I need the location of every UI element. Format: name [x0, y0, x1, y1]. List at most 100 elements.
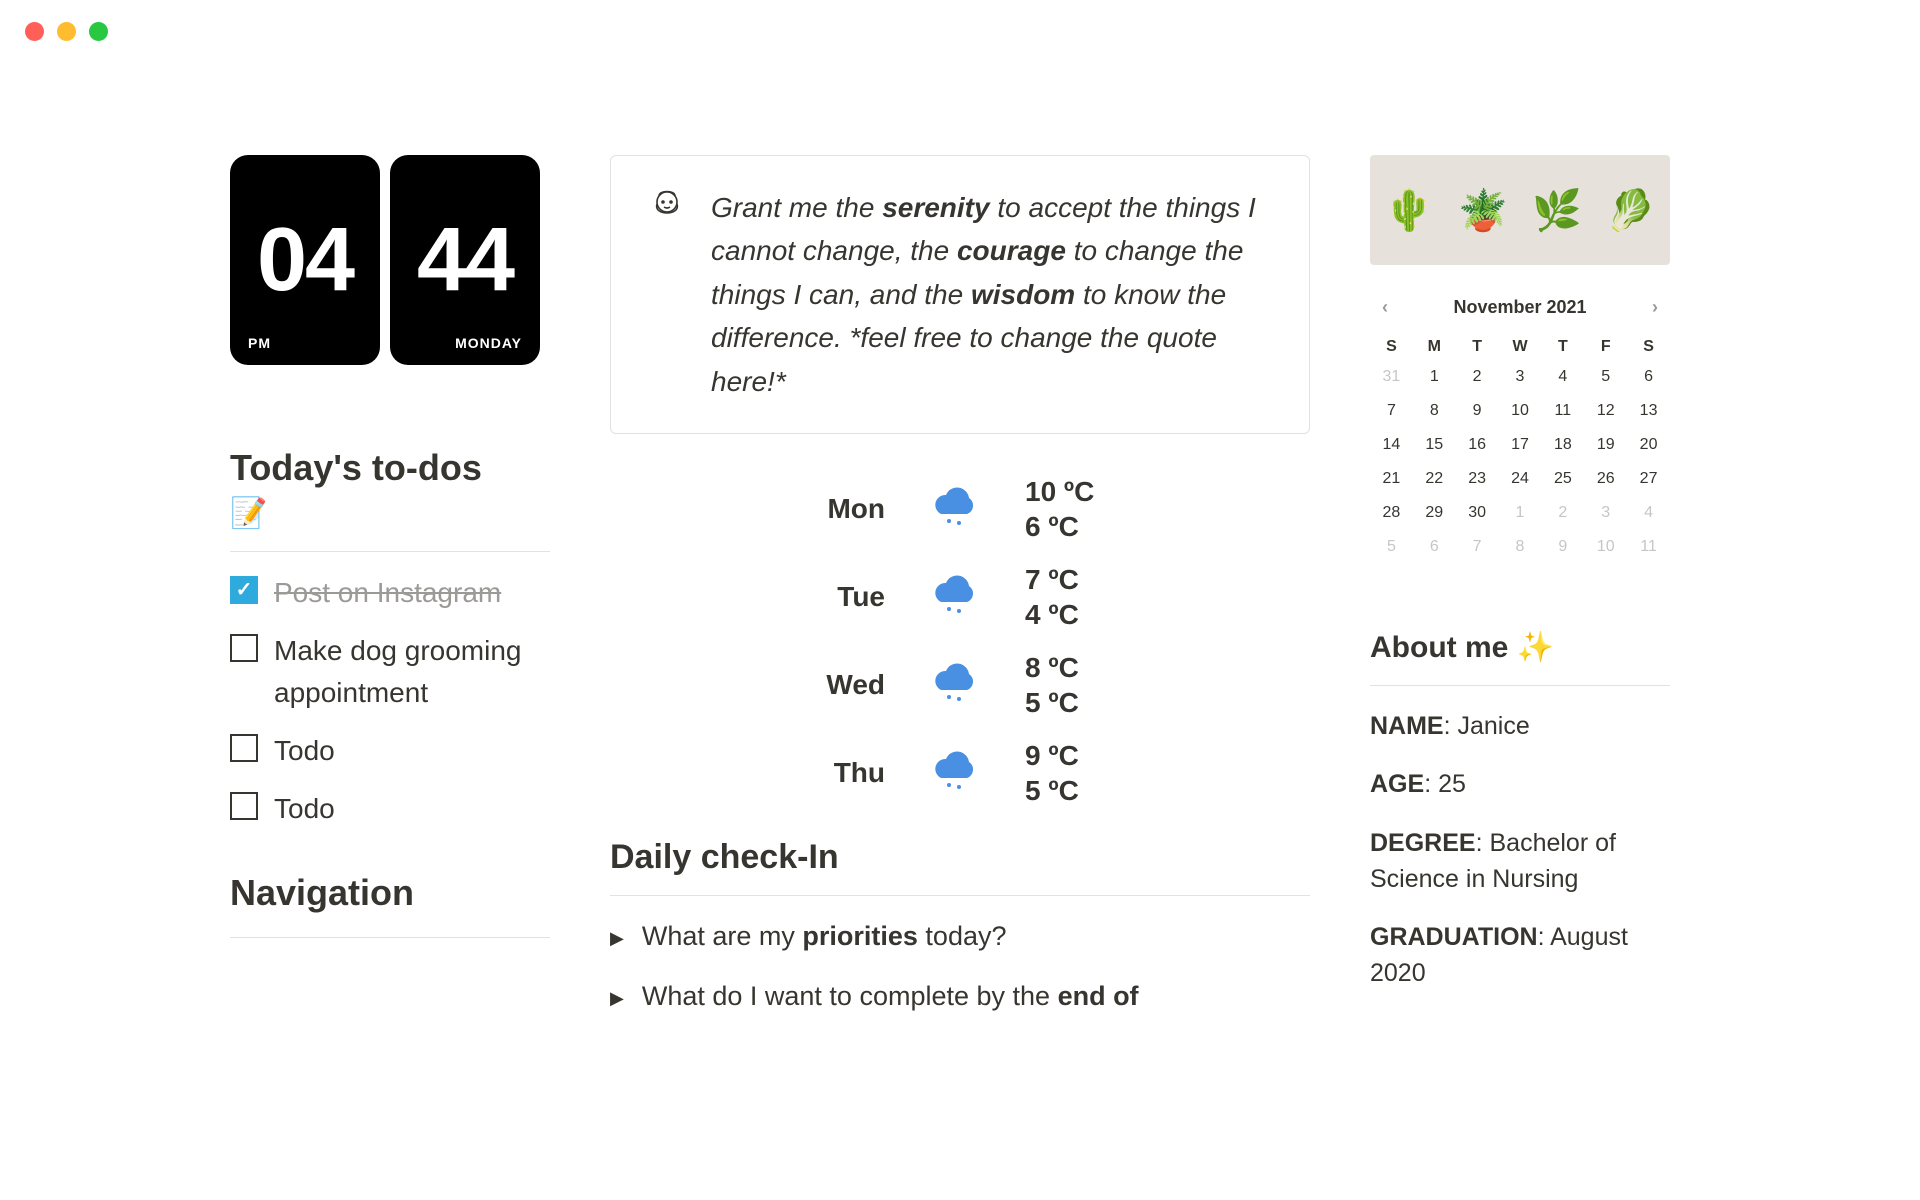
person-icon	[647, 186, 687, 403]
window-traffic-lights	[25, 22, 108, 41]
plant-icon: 🌿	[1532, 187, 1582, 234]
calendar-dow: S	[1627, 338, 1670, 356]
checkin-question: What do I want to complete by the end of	[642, 978, 1139, 1016]
weather-row: Tue7 ºC4 ºC	[610, 562, 1310, 632]
calendar-day[interactable]: 26	[1584, 466, 1627, 492]
clock-hour-tile: 04 PM	[230, 155, 380, 365]
weather-day: Tue	[775, 581, 885, 613]
calendar-day[interactable]: 5	[1370, 534, 1413, 560]
todo-item[interactable]: Todo	[230, 730, 550, 772]
chevron-right-icon[interactable]: ▶	[610, 926, 624, 951]
calendar-day[interactable]: 1	[1413, 364, 1456, 390]
calendar-dow: W	[1499, 338, 1542, 356]
calendar-day[interactable]: 3	[1499, 364, 1542, 390]
calendar-day[interactable]: 19	[1584, 432, 1627, 458]
calendar-day[interactable]: 3	[1584, 500, 1627, 526]
calendar-day[interactable]: 22	[1413, 466, 1456, 492]
calendar-day[interactable]: 25	[1541, 466, 1584, 492]
calendar-day[interactable]: 31	[1370, 364, 1413, 390]
checkin-toggle[interactable]: ▶ What do I want to complete by the end …	[610, 978, 1310, 1016]
calendar-day[interactable]: 1	[1499, 500, 1542, 526]
calendar-day[interactable]: 11	[1541, 398, 1584, 424]
plant-icon: 🥬	[1606, 187, 1656, 234]
weather-row: Wed8 ºC5 ºC	[610, 650, 1310, 720]
calendar-day[interactable]: 10	[1584, 534, 1627, 560]
divider	[1370, 685, 1670, 686]
calendar-day[interactable]: 18	[1541, 432, 1584, 458]
chevron-right-icon[interactable]: ▶	[610, 986, 624, 1011]
calendar-day[interactable]: 24	[1499, 466, 1542, 492]
calendar-day[interactable]: 17	[1499, 432, 1542, 458]
checkin-question: What are my priorities today?	[642, 918, 1007, 956]
calendar-day[interactable]: 16	[1456, 432, 1499, 458]
calendar-day[interactable]: 10	[1499, 398, 1542, 424]
plant-banner: 🌵 🪴 🌿 🥬	[1370, 155, 1670, 265]
calendar-day[interactable]: 4	[1627, 500, 1670, 526]
fullscreen-window-icon[interactable]	[89, 22, 108, 41]
calendar-day[interactable]: 2	[1541, 500, 1584, 526]
calendar-day[interactable]: 9	[1541, 534, 1584, 560]
clock-widget: 04 PM 44 MONDAY	[230, 155, 550, 365]
todo-checkbox[interactable]	[230, 792, 258, 820]
todo-item[interactable]: Make dog grooming appointment	[230, 630, 550, 714]
calendar-day[interactable]: 7	[1370, 398, 1413, 424]
calendar-day[interactable]: 15	[1413, 432, 1456, 458]
rain-cloud-icon	[915, 748, 995, 797]
calendar-grid: SMTWTFS311234567891011121314151617181920…	[1370, 338, 1670, 560]
calendar-day[interactable]: 6	[1627, 364, 1670, 390]
todo-text: Post on Instagram	[274, 572, 501, 614]
clock-minute-tile: 44 MONDAY	[390, 155, 540, 365]
todo-item[interactable]: Todo	[230, 788, 550, 830]
calendar-dow: M	[1413, 338, 1456, 356]
about-degree: DEGREE: Bachelor of Science in Nursing	[1370, 825, 1670, 898]
todo-item[interactable]: Post on Instagram	[230, 572, 550, 614]
weather-day: Thu	[775, 757, 885, 789]
calendar-day[interactable]: 8	[1499, 534, 1542, 560]
plant-icon: 🪴	[1458, 187, 1508, 234]
calendar-dow: F	[1584, 338, 1627, 356]
close-window-icon[interactable]	[25, 22, 44, 41]
calendar-day[interactable]: 2	[1456, 364, 1499, 390]
quote-text: Grant me the serenity to accept the thin…	[711, 186, 1273, 403]
calendar-day[interactable]: 14	[1370, 432, 1413, 458]
rain-cloud-icon	[915, 660, 995, 709]
checkin-toggle[interactable]: ▶ What are my priorities today?	[610, 918, 1310, 956]
calendar-day[interactable]: 6	[1413, 534, 1456, 560]
weather-temps: 10 ºC6 ºC	[1025, 474, 1145, 544]
calendar-day[interactable]: 5	[1584, 364, 1627, 390]
calendar-day[interactable]: 9	[1456, 398, 1499, 424]
calendar-dow: T	[1456, 338, 1499, 356]
minimize-window-icon[interactable]	[57, 22, 76, 41]
calendar-day[interactable]: 27	[1627, 466, 1670, 492]
clock-minute: 44	[417, 209, 513, 312]
calendar-day[interactable]: 30	[1456, 500, 1499, 526]
calendar-day[interactable]: 29	[1413, 500, 1456, 526]
todo-checkbox[interactable]	[230, 634, 258, 662]
plant-icon: 🌵	[1384, 187, 1434, 234]
calendar-dow: T	[1541, 338, 1584, 356]
calendar-day[interactable]: 23	[1456, 466, 1499, 492]
divider	[230, 551, 550, 552]
calendar-day[interactable]: 7	[1456, 534, 1499, 560]
todo-checkbox[interactable]	[230, 576, 258, 604]
calendar-prev-button[interactable]: ‹	[1376, 291, 1394, 324]
calendar-day[interactable]: 12	[1584, 398, 1627, 424]
memo-icon: 📝	[230, 496, 550, 531]
weather-row: Thu9 ºC5 ºC	[610, 738, 1310, 808]
calendar-day[interactable]: 28	[1370, 500, 1413, 526]
todos-heading: Today's to-dos	[230, 445, 550, 492]
calendar-dow: S	[1370, 338, 1413, 356]
calendar-day[interactable]: 21	[1370, 466, 1413, 492]
about-age: AGE: 25	[1370, 766, 1670, 802]
divider	[610, 895, 1310, 896]
weather-temps: 8 ºC5 ºC	[1025, 650, 1145, 720]
calendar-day[interactable]: 20	[1627, 432, 1670, 458]
calendar-day[interactable]: 13	[1627, 398, 1670, 424]
calendar-day[interactable]: 4	[1541, 364, 1584, 390]
quote-callout[interactable]: Grant me the serenity to accept the thin…	[610, 155, 1310, 434]
divider	[230, 937, 550, 938]
todo-checkbox[interactable]	[230, 734, 258, 762]
calendar-next-button[interactable]: ›	[1646, 291, 1664, 324]
calendar-day[interactable]: 8	[1413, 398, 1456, 424]
calendar-day[interactable]: 11	[1627, 534, 1670, 560]
